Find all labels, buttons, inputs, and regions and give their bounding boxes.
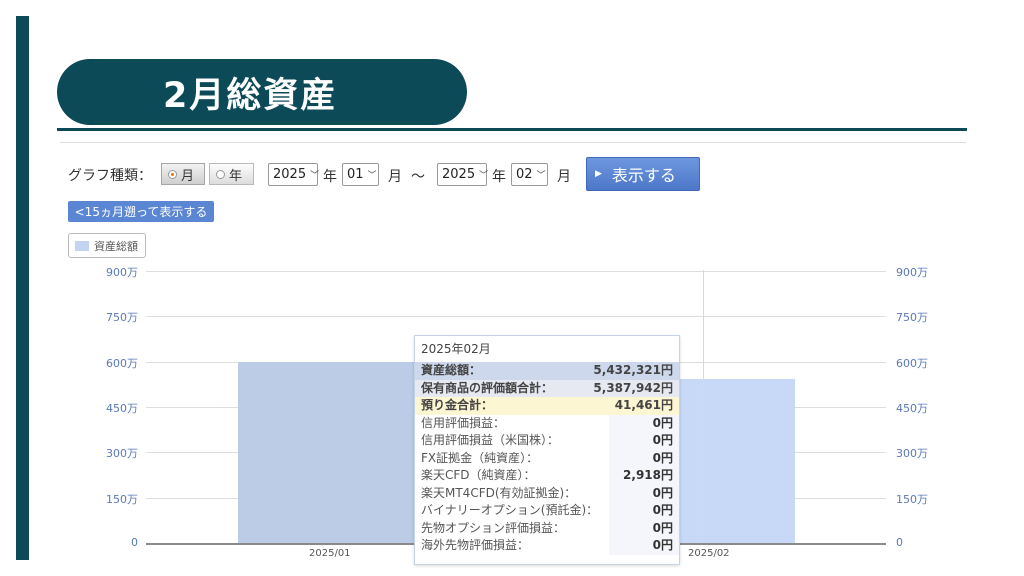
tooltip-row: 資産総額： 5,432,321円 xyxy=(415,362,679,380)
radio-unselected-icon xyxy=(216,169,225,179)
title-underline xyxy=(57,128,967,131)
y-tick-left: 150万 xyxy=(106,492,138,506)
tooltip-row-value: 0円 xyxy=(652,415,673,430)
tooltip-row-value: 0円 xyxy=(652,485,673,500)
tooltip-row-value: 0円 xyxy=(652,538,673,552)
end-month-value: 02 xyxy=(516,167,533,182)
y-tick-left: 450万 xyxy=(106,402,138,415)
tooltip-row: FX証拠金（純資産）： 0円 xyxy=(415,449,679,467)
radio-month[interactable]: 月 xyxy=(161,163,205,185)
tooltip-row-label: 信用評価損益（米国株）： xyxy=(421,433,560,447)
tooltip-row-label: 楽天MT4CFD(有効証拠金)： xyxy=(421,485,577,500)
y-tick-right: 600万 xyxy=(896,356,928,370)
tooltip-row-label: 信用評価損益： xyxy=(421,415,506,430)
chevron-down-icon: ﹀ xyxy=(536,171,546,181)
start-year-select[interactable]: 2025 ﹀ xyxy=(268,163,320,186)
x-tick-label: 2025/02 xyxy=(688,548,730,559)
chevron-down-icon: ﹀ xyxy=(310,171,320,181)
gridline xyxy=(146,271,886,272)
graph-type-label: グラフ種類： xyxy=(68,168,152,184)
y-tick-left: 600万 xyxy=(106,356,138,370)
tooltip-row-value: 41,461円 xyxy=(614,398,673,412)
tooltip-row-label: 海外先物評価損益： xyxy=(421,538,530,552)
x-tick-label: 2025/01 xyxy=(309,548,351,559)
tooltip-row-value: 0円 xyxy=(652,433,673,447)
y-tick-left: 750万 xyxy=(106,311,138,325)
tooltip-row: 信用評価損益（米国株）： 0円 xyxy=(415,432,679,450)
tooltip-row: 預り金合計： 41,461円 xyxy=(415,397,679,415)
show-button-label: 表示する xyxy=(611,166,676,185)
radio-year-label: 年 xyxy=(229,168,243,184)
legend-label: 資産総額 xyxy=(94,239,138,253)
panel-top-border xyxy=(60,142,966,143)
end-year-unit: 年 xyxy=(492,169,506,185)
chevron-down-icon: ﹀ xyxy=(367,171,377,181)
range-separator: 〜 xyxy=(411,169,425,185)
tooltip-row-label: 先物オプション評価損益： xyxy=(421,520,566,535)
y-tick-left: 900万 xyxy=(106,266,138,279)
tooltip-row-value: 2,918円 xyxy=(623,468,673,482)
end-month-select[interactable]: 02 ﹀ xyxy=(511,163,548,186)
y-tick-right: 300万 xyxy=(896,447,928,461)
legend-swatch xyxy=(75,240,89,251)
tooltip-row-label: 楽天CFD（純資産）： xyxy=(421,468,536,482)
slide-title-text: 2月総資産 xyxy=(163,75,338,116)
play-icon: ▶ xyxy=(595,169,602,179)
slide-title: 2月総資産 xyxy=(57,59,467,125)
tooltip-row-label: 保有商品の評価額合計： xyxy=(421,380,554,395)
chart-tooltip: 2025年02月 資産総額： 5,432,321円保有商品の評価額合計： 5,387… xyxy=(414,335,680,565)
radio-selected-icon xyxy=(168,169,177,179)
tooltip-row: 楽天CFD（純資産）： 2,918円 xyxy=(415,467,679,485)
y-tick-right: 900万 xyxy=(896,266,928,279)
end-month-unit: 月 xyxy=(557,169,571,185)
y-tick-left: 0 xyxy=(131,536,138,549)
y-tick-right: 450万 xyxy=(896,402,928,415)
slide-accent-bar xyxy=(16,16,29,560)
tooltip-row-label: バイナリーオプション(預託金)： xyxy=(421,503,599,517)
y-tick-right: 750万 xyxy=(896,311,928,325)
show-button[interactable]: ▶ 表示する xyxy=(586,157,700,191)
tooltip-title: 2025年02月 xyxy=(421,342,491,356)
tooltip-row-value: 5,387,942円 xyxy=(593,380,673,395)
back-button-label: <15ヵ月遡って表示する xyxy=(74,205,208,219)
tooltip-rows: 資産総額： 5,432,321円保有商品の評価額合計： 5,387,942円預り金合… xyxy=(415,362,679,555)
end-year-select[interactable]: 2025 ﹀ xyxy=(437,163,489,186)
y-tick-right: 0 xyxy=(896,536,903,549)
tooltip-row: バイナリーオプション(預託金)： 0円 xyxy=(415,502,679,520)
start-month-value: 01 xyxy=(347,167,364,182)
end-year-value: 2025 xyxy=(442,167,476,182)
bar-2025-01 xyxy=(238,361,416,543)
chevron-down-icon: ﹀ xyxy=(479,171,489,181)
tooltip-row-label: 預り金合計： xyxy=(421,398,494,412)
tooltip-row: 海外先物評価損益： 0円 xyxy=(415,537,679,555)
tooltip-row-value: 0円 xyxy=(652,503,673,517)
hover-cursor-line xyxy=(703,270,704,545)
y-tick-right: 150万 xyxy=(896,492,928,506)
y-tick-left: 300万 xyxy=(106,447,138,461)
tooltip-row-value: 0円 xyxy=(652,520,673,535)
start-month-unit: 月 xyxy=(388,169,402,185)
start-month-select[interactable]: 01 ﹀ xyxy=(342,163,379,186)
radio-month-label: 月 xyxy=(181,168,195,184)
tooltip-row-label: FX証拠金（純資産）： xyxy=(421,450,539,465)
legend-toggle[interactable]: 資産総額 xyxy=(68,233,146,258)
tooltip-row: 保有商品の評価額合計： 5,387,942円 xyxy=(415,379,679,397)
start-year-value: 2025 xyxy=(273,167,307,182)
gridline xyxy=(146,316,886,318)
start-year-unit: 年 xyxy=(323,169,337,185)
tooltip-row: 先物オプション評価損益： 0円 xyxy=(415,519,679,537)
tooltip-row-label: 資産総額： xyxy=(421,363,482,377)
tooltip-row: 楽天MT4CFD(有効証拠金)： 0円 xyxy=(415,484,679,502)
tooltip-row-value: 0円 xyxy=(652,450,673,465)
back-15-months-button[interactable]: <15ヵ月遡って表示する xyxy=(68,201,214,222)
tooltip-row-value: 5,432,321円 xyxy=(593,363,673,377)
radio-year[interactable]: 年 xyxy=(209,163,254,185)
tooltip-row: 信用評価損益： 0円 xyxy=(415,414,679,432)
